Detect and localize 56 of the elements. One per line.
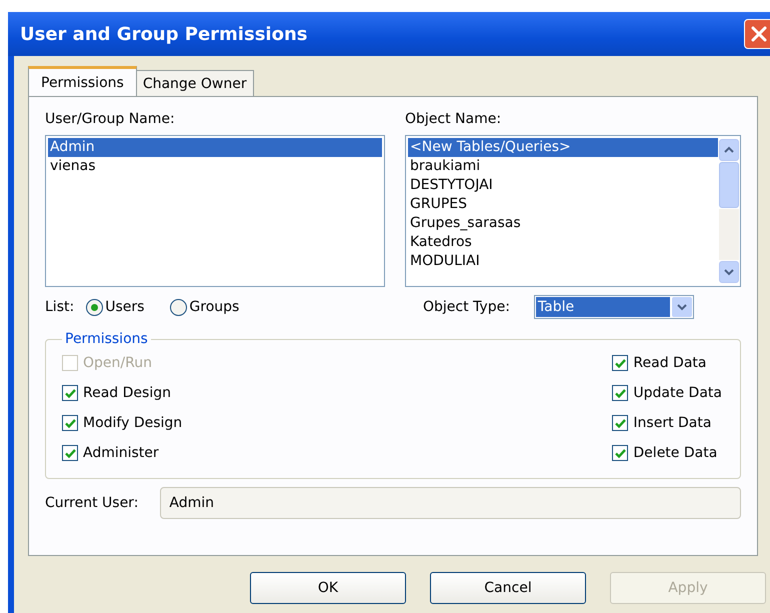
- close-icon: [750, 25, 768, 43]
- checkbox[interactable]: [62, 385, 78, 401]
- close-button[interactable]: [744, 19, 770, 49]
- tab[interactable]: Permissions: [28, 66, 137, 96]
- radio-button[interactable]: [86, 298, 104, 316]
- list-item[interactable]: MODULIAI: [408, 252, 718, 271]
- scroll-up-button[interactable]: [719, 139, 739, 161]
- list-item[interactable]: GRUPES: [408, 195, 718, 214]
- list-label: List:: [45, 298, 74, 317]
- caret-down-icon: [723, 268, 735, 276]
- list-item[interactable]: braukiami: [408, 157, 718, 176]
- check-icon: [614, 356, 627, 370]
- check-icon: [64, 386, 76, 400]
- permission-checkbox[interactable]: Administer: [62, 443, 182, 463]
- check-icon: [614, 446, 627, 460]
- permission-checkbox[interactable]: Read Data: [612, 353, 722, 373]
- scroll-down-button[interactable]: [719, 261, 739, 283]
- permission-checkbox[interactable]: Delete Data: [612, 443, 722, 463]
- radio-button[interactable]: [170, 298, 188, 316]
- dialog-button[interactable]: Cancel: [430, 572, 586, 604]
- object-type-dropdown[interactable]: Table: [534, 295, 694, 319]
- checkbox[interactable]: [62, 415, 78, 431]
- permission-checkbox[interactable]: Update Data: [612, 383, 722, 403]
- group-title: Permissions: [64, 331, 149, 347]
- check-icon: [64, 416, 76, 430]
- radio-option[interactable]: Users: [86, 298, 144, 316]
- object-type-label: Object Type:: [423, 298, 510, 317]
- tab[interactable]: Change Owner: [136, 70, 254, 96]
- list-item[interactable]: Grupes_sarasas: [408, 214, 718, 233]
- list-item[interactable]: Admin: [48, 138, 382, 157]
- window-title: User and Group Permissions: [19, 24, 308, 44]
- checkbox[interactable]: [62, 445, 78, 461]
- check-icon: [64, 446, 76, 460]
- checkbox[interactable]: [612, 385, 628, 401]
- list-item[interactable]: DESTYTOJAI: [408, 176, 718, 195]
- dialog-button[interactable]: OK: [250, 572, 406, 604]
- radio-option[interactable]: Groups: [170, 298, 240, 316]
- check-icon: [614, 416, 627, 430]
- check-icon: [614, 386, 627, 400]
- permission-checkbox[interactable]: Read Design: [62, 383, 182, 403]
- permission-checkbox[interactable]: Modify Design: [62, 413, 182, 433]
- list-item[interactable]: vienas: [48, 157, 382, 176]
- caret-up-icon: [723, 146, 735, 154]
- list-item[interactable]: <New Tables/Queries>: [408, 138, 718, 157]
- checkbox[interactable]: [612, 415, 628, 431]
- permission-checkbox[interactable]: Insert Data: [612, 413, 722, 433]
- list-label: User/Group Name:: [45, 110, 176, 129]
- list-label: Object Name:: [405, 110, 502, 129]
- scroll-bar[interactable]: [718, 138, 740, 284]
- current-user-field: Admin: [160, 487, 741, 519]
- caret-down-icon: [676, 303, 688, 311]
- checkbox[interactable]: [612, 445, 628, 461]
- scroll-thumb[interactable]: [719, 162, 739, 208]
- checkbox[interactable]: [612, 355, 628, 371]
- list-item[interactable]: Katedros: [408, 233, 718, 252]
- current-user-label: Current User:: [45, 494, 138, 513]
